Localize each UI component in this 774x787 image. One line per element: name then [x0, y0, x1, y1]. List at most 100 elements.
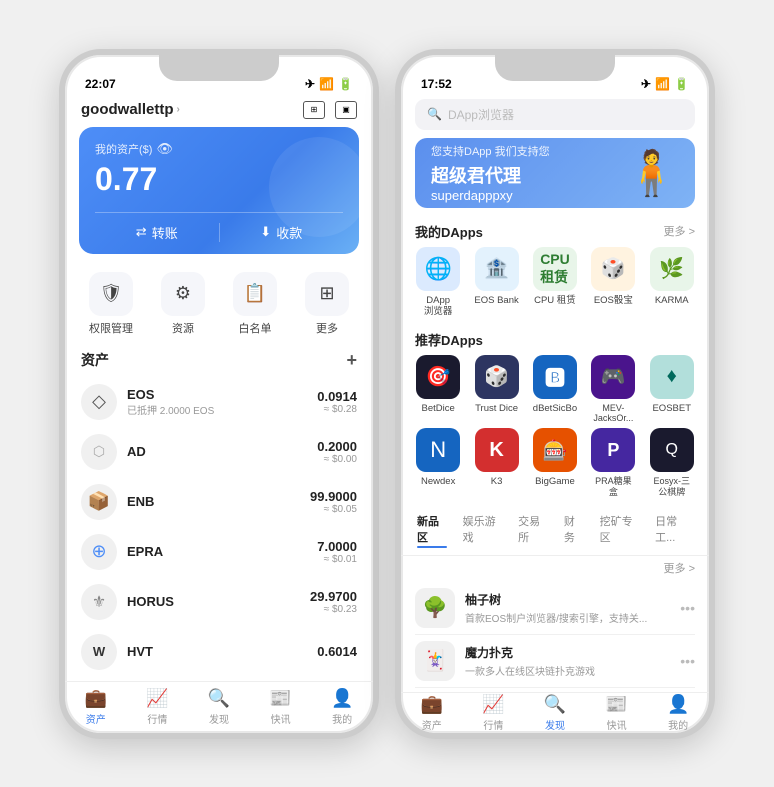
dapp-trustdice[interactable]: 🎲 Trust Dice — [471, 355, 523, 425]
header-icons: ⊞ ▣ — [303, 101, 357, 119]
recommended-row2: N Newdex K K3 🎰 BigGame P PRA糖果盒 Q Eosyx… — [401, 428, 709, 506]
quick-nav-more[interactable]: ⊞ 更多 — [305, 272, 349, 336]
dapp-biggame[interactable]: 🎰 BigGame — [529, 428, 581, 498]
status-icons-right: ✈ 📶 🔋 — [641, 77, 689, 91]
wifi-icon-r: 📶 — [655, 77, 670, 91]
left-header: goodwallettp › ⊞ ▣ — [65, 95, 373, 127]
dapp-cpu[interactable]: CPU租赁 CPU 租赁 — [529, 247, 581, 318]
dapp-eosbet[interactable]: ♦ EOSBET — [646, 355, 698, 425]
new-more-link[interactable]: 更多 > — [664, 560, 695, 576]
quick-nav-permissions[interactable]: 🛡 权限管理 — [89, 272, 133, 336]
quick-nav-whitelist[interactable]: 📋 白名单 — [233, 272, 277, 336]
dapp-eos-dice[interactable]: 🎲 EOS骰宝 — [587, 247, 639, 318]
news-tab-icon-r: 📰 — [605, 694, 627, 715]
time-right: 17:52 — [421, 77, 452, 91]
category-tabs: 新品区 娱乐游戏 交易所 财务 挖矿专区 日常工... — [401, 506, 709, 556]
right-phone-content: 🔍 DApp浏览器 您支持DApp 我们支持您 超级君代理 superdappp… — [401, 95, 709, 733]
tab-assets-right[interactable]: 💼 资产 — [401, 694, 463, 732]
search-area: 🔍 DApp浏览器 — [401, 95, 709, 138]
dapp-karma[interactable]: 🌿 KARMA — [646, 247, 698, 318]
asset-row-epra[interactable]: ⊕ EPRA 7.0000 ≈ $0.01 — [65, 527, 373, 577]
ad-value: 0.2000 ≈ $0.00 — [317, 439, 357, 465]
dapp-eosyx[interactable]: Q Eosyx-三公棋牌 — [646, 428, 698, 498]
epra-info: EPRA — [127, 544, 307, 559]
receive-button[interactable]: ⬇ 收款 — [219, 223, 344, 242]
mev-icon: 🎮 — [591, 355, 635, 399]
left-tab-bar: 💼 资产 📈 行情 🔍 发现 📰 快讯 👤 我的 — [65, 681, 373, 733]
right-tab-bar: 💼 资产 📈 行情 🔍 发现 📰 快讯 👤 我的 — [401, 692, 709, 733]
resource-icon: ⚙ — [161, 272, 205, 316]
wallet-title[interactable]: goodwallettp › — [81, 101, 180, 118]
eye-icon[interactable]: 👁 — [156, 141, 173, 157]
dapp-k3[interactable]: K K3 — [471, 428, 523, 498]
dapp-newdex[interactable]: N Newdex — [412, 428, 464, 498]
market-tab-icon-r: 📈 — [482, 694, 504, 715]
dapp-pra[interactable]: P PRA糖果盒 — [587, 428, 639, 498]
scan-icon[interactable]: ⊞ — [303, 101, 325, 119]
dapp-browser[interactable]: 🌐 DApp浏览器 — [412, 247, 464, 318]
item-dots-1: ••• — [680, 600, 695, 616]
tab-games[interactable]: 娱乐游戏 — [455, 510, 511, 551]
dapp-mev[interactable]: 🎮 MEV-JacksOr... — [587, 355, 639, 425]
horus-icon: ⚜ — [81, 584, 117, 620]
tab-news-right[interactable]: 📰 快讯 — [586, 694, 648, 732]
assets-tab-icon-r: 💼 — [421, 694, 443, 715]
asset-row-eos[interactable]: ◇ EOS 已抵押 2.0000 EOS 0.0914 ≈ $0.28 — [65, 377, 373, 427]
airplane-icon: ✈ — [305, 77, 315, 91]
left-phone: 22:07 ✈ 📶 🔋 goodwallettp › ⊞ ▣ 我的资产($) 👁 — [59, 49, 379, 739]
dapp-betdice[interactable]: 🎯 BetDice — [412, 355, 464, 425]
dapp-dbetsicbo[interactable]: 🅱 dBetSicBo — [529, 355, 581, 425]
banner-figure: 🧍 — [624, 147, 679, 199]
notch-left — [159, 55, 279, 81]
eos-dice-icon: 🎲 — [591, 247, 635, 291]
dapp-browser-icon: 🌐 — [416, 247, 460, 291]
tab-daily[interactable]: 日常工... — [647, 510, 701, 551]
epra-icon: ⊕ — [81, 534, 117, 570]
horus-info: HORUS — [127, 594, 300, 609]
betdice-icon: 🎯 — [416, 355, 460, 399]
news-tab-icon: 📰 — [269, 688, 291, 709]
eos-info: EOS 已抵押 2.0000 EOS — [127, 387, 307, 417]
hvt-value: 0.6014 — [317, 644, 357, 659]
grid-icon[interactable]: ▣ — [335, 101, 357, 119]
hvt-info: HVT — [127, 644, 307, 659]
tab-finance[interactable]: 财务 — [556, 510, 592, 551]
add-asset-button[interactable]: + — [346, 350, 357, 371]
tab-assets-left[interactable]: 💼 资产 — [65, 688, 127, 726]
shield-icon: 🛡 — [89, 272, 133, 316]
asset-row-horus[interactable]: ⚜ HORUS 29.9700 ≈ $0.23 — [65, 577, 373, 627]
new-more-header: 更多 > — [415, 560, 695, 576]
new-item-yuzishu[interactable]: 🌳 柚子树 首款EOS制户浏览器/搜索引擎，支持关... ••• — [415, 582, 695, 635]
tab-new[interactable]: 新品区 — [409, 510, 455, 551]
biggame-icon: 🎰 — [533, 428, 577, 472]
my-dapps-more[interactable]: 更多 > — [664, 223, 695, 239]
tab-market-right[interactable]: 📈 行情 — [463, 694, 525, 732]
eosbet-icon: ♦ — [650, 355, 694, 399]
yuzishu-info: 柚子树 首款EOS制户浏览器/搜索引擎，支持关... — [465, 591, 670, 625]
quick-nav-resources[interactable]: ⚙ 资源 — [161, 272, 205, 336]
status-icons-left: ✈ 📶 🔋 — [305, 77, 353, 91]
search-bar[interactable]: 🔍 DApp浏览器 — [415, 99, 695, 130]
poker-icon: 🃏 — [415, 641, 455, 681]
banner-text: 您支持DApp 我们支持您 超级君代理 superdapppxy — [431, 143, 550, 203]
tab-profile-left[interactable]: 👤 我的 — [311, 688, 373, 726]
tab-mining[interactable]: 挖矿专区 — [592, 510, 648, 551]
tab-exchange[interactable]: 交易所 — [510, 510, 556, 551]
tab-discover-right[interactable]: 🔍 发现 — [524, 694, 586, 732]
tab-news-left[interactable]: 📰 快讯 — [250, 688, 312, 726]
asset-list-header: 资产 + — [65, 346, 373, 377]
market-tab-icon: 📈 — [146, 688, 168, 709]
new-item-poker[interactable]: 🃏 魔力扑克 一款多人在线区块链扑克游戏 ••• — [415, 635, 695, 688]
my-dapps-grid: 🌐 DApp浏览器 🏦 EOS Bank CPU租赁 CPU 租赁 🎲 EOS骰… — [401, 247, 709, 326]
asset-row-ad[interactable]: ⬡ AD 0.2000 ≈ $0.00 — [65, 427, 373, 477]
asset-row-hvt[interactable]: W HVT 0.6014 — [65, 627, 373, 677]
tab-profile-right[interactable]: 👤 我的 — [647, 694, 709, 732]
tab-market-left[interactable]: 📈 行情 — [127, 688, 189, 726]
transfer-button[interactable]: ⇄ 转账 — [95, 223, 219, 242]
promo-banner[interactable]: 您支持DApp 我们支持您 超级君代理 superdapppxy 🧍 — [415, 138, 695, 208]
tab-discover-left[interactable]: 🔍 发现 — [188, 688, 250, 726]
asset-row-enb[interactable]: 📦 ENB 99.9000 ≈ $0.05 — [65, 477, 373, 527]
dapp-eos-bank[interactable]: 🏦 EOS Bank — [471, 247, 523, 318]
newdex-icon: N — [416, 428, 460, 472]
transfer-icon: ⇄ — [136, 224, 147, 240]
